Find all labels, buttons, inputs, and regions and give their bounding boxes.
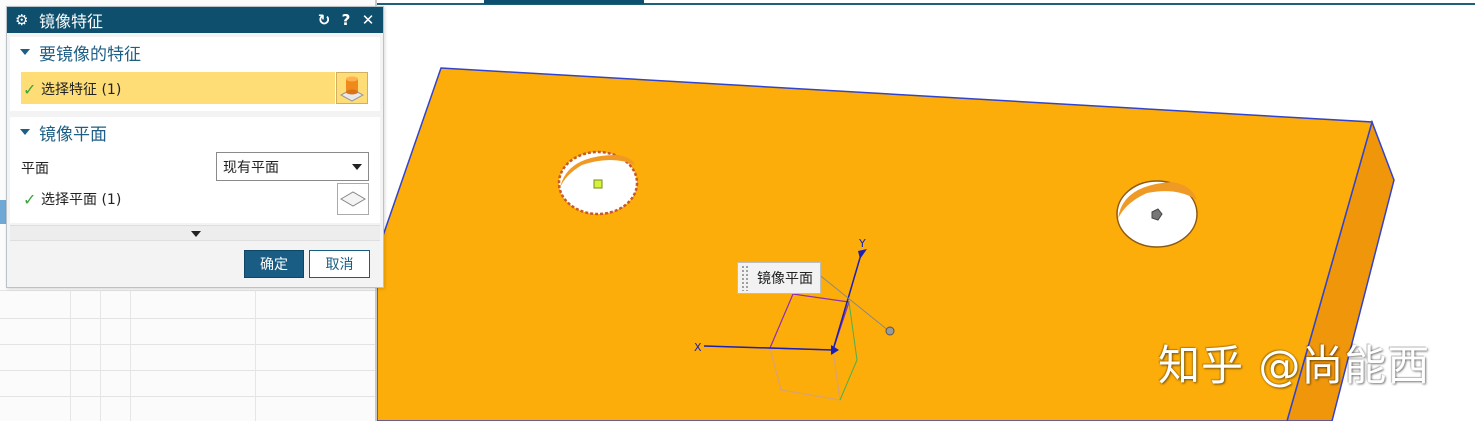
drag-grip-icon[interactable] <box>741 265 749 291</box>
expand-triangle-icon[interactable] <box>191 231 201 237</box>
gear-icon[interactable]: ⚙ <box>15 11 33 29</box>
nx-window: Y X 镜像平面 知乎 @尚能西 ⚙ 镜像特征 ↻ ? ✕ 要镜像的特征 ✓ 选… <box>0 0 1475 421</box>
axis-x-label: X <box>694 341 702 354</box>
check-icon: ✓ <box>23 79 37 99</box>
dialog-titlebar[interactable]: ⚙ 镜像特征 ↻ ? ✕ <box>7 7 383 33</box>
chevron-down-icon[interactable] <box>352 163 362 170</box>
more-options-bar[interactable] <box>10 225 380 241</box>
mirror-feature-dialog: ⚙ 镜像特征 ↻ ? ✕ 要镜像的特征 ✓ 选择特征 (1) 镜像平面 平面 现… <box>6 6 384 288</box>
close-icon[interactable]: ✕ <box>357 11 379 29</box>
select-feature-button[interactable] <box>336 72 368 104</box>
dialog-title: 镜像特征 <box>39 12 104 31</box>
check-icon: ✓ <box>23 189 37 209</box>
mirror-plane-section-label: 镜像平面 <box>39 124 107 145</box>
features-section-label: 要镜像的特征 <box>39 44 141 65</box>
active-tab-indicator[interactable] <box>484 0 644 4</box>
ok-button[interactable]: 确定 <box>244 250 304 278</box>
mirror-plane-section-header[interactable]: 镜像平面 <box>10 117 380 147</box>
help-icon[interactable]: ? <box>335 11 357 29</box>
features-section-header[interactable]: 要镜像的特征 <box>10 37 380 67</box>
axis-y-label: Y <box>858 237 866 250</box>
collapse-triangle-icon[interactable] <box>20 49 30 55</box>
select-feature-label[interactable]: ✓ 选择特征 (1) <box>23 79 121 99</box>
plane-icon <box>340 191 366 207</box>
cancel-button[interactable]: 取消 <box>309 250 370 278</box>
plane-handle[interactable] <box>885 326 895 336</box>
plane-type-select[interactable]: 现有平面 <box>216 152 369 181</box>
select-plane-button[interactable] <box>337 183 369 215</box>
select-plane-label[interactable]: ✓ 选择平面 (1) <box>23 189 121 209</box>
feature-cylinder-icon <box>339 76 365 102</box>
hole-center-marker <box>593 179 603 189</box>
hole-feature-selected[interactable] <box>557 150 639 216</box>
reset-icon[interactable]: ↻ <box>313 11 335 29</box>
collapse-triangle-icon[interactable] <box>20 129 30 135</box>
plane-field-label: 平面 <box>21 161 49 177</box>
watermark: 知乎 @尚能西 <box>1158 341 1431 390</box>
tooltip-label: 镜像平面 <box>757 271 813 287</box>
plane-type-value: 现有平面 <box>223 159 279 176</box>
mirror-plane-tooltip[interactable]: 镜像平面 <box>737 262 821 294</box>
hole-feature[interactable] <box>1116 180 1198 248</box>
